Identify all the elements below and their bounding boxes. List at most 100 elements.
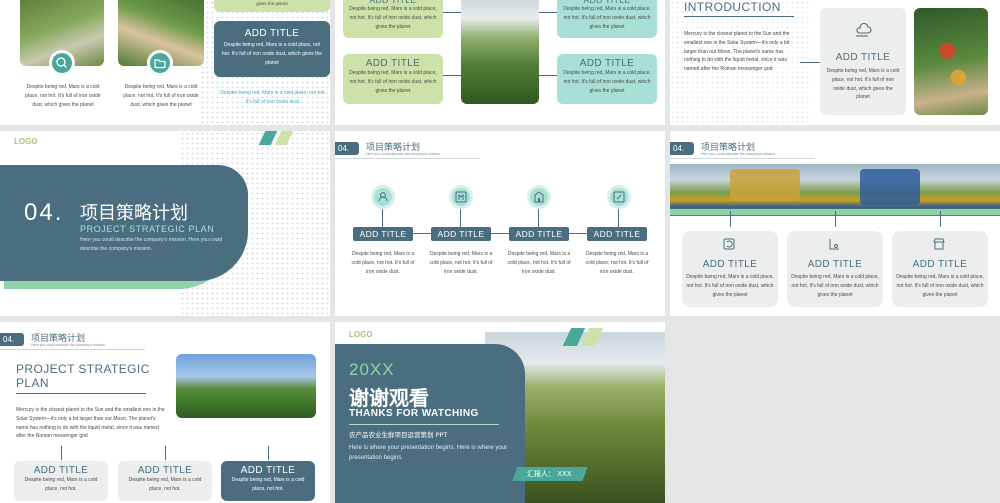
- slide-6[interactable]: 04. 项目策略计划 Here you could describe the c…: [670, 131, 1000, 316]
- folder-icon: [150, 53, 170, 73]
- greenhouse-photo: [461, 0, 539, 104]
- project-text: Mercury is the closest planet to the Sun…: [16, 407, 165, 440]
- timeline-label-2[interactable]: ADD TITLE: [431, 227, 491, 241]
- thanks-title-en: THANKS FOR WATCHING: [349, 408, 479, 419]
- connector-line: [443, 75, 461, 76]
- card-title: ADD TITLE: [244, 28, 300, 39]
- user-target-icon: [371, 185, 395, 209]
- card-text: Despite being red, Mars is a cold place,…: [826, 68, 900, 101]
- timeline-label-4[interactable]: ADD TITLE: [587, 227, 647, 241]
- card-text: Despite being red, Mars is a cold place,…: [231, 477, 305, 492]
- slide-1[interactable]: Despite being red, Mars is a cold place,…: [0, 0, 330, 125]
- timeline-text: Despite being red, Mars is a cold place,…: [429, 251, 493, 275]
- card-green[interactable]: ADD TITLE Despite being red, Mars is a c…: [343, 54, 443, 104]
- ppt-title-cn: 农产品农业生鲜项目运营策划 PPT: [349, 431, 448, 439]
- connector-line: [539, 12, 557, 13]
- connector-line: [165, 446, 166, 460]
- card-text: Despite being red, Mars is a cold place,…: [24, 477, 98, 492]
- card-gray[interactable]: ADD TITLE Despite being red, Mars is a c…: [787, 231, 883, 307]
- card-gray[interactable]: ADD TITLE Despite being red, Mars is a c…: [118, 461, 212, 501]
- connector-line: [382, 209, 383, 227]
- connector-line: [538, 209, 539, 227]
- card-text: Despite being red, Mars is a cold place,…: [686, 274, 774, 298]
- heading-rule: [349, 424, 499, 425]
- tomato-photo: [914, 8, 988, 115]
- card-title: ADD TITLE: [912, 259, 968, 270]
- card-text: Despite being red, Mars is a cold place,…: [349, 6, 437, 30]
- connector-line: [460, 209, 461, 227]
- card-text: Despite being red, Mars is a cold place,…: [791, 274, 879, 298]
- card-title: ADD TITLE: [137, 465, 193, 476]
- harvester-shape: [730, 169, 800, 201]
- store-icon: [932, 237, 946, 251]
- card-mint[interactable]: ADD TITLE Despite being red, Mars is a c…: [557, 54, 657, 104]
- connector-line: [800, 62, 820, 63]
- card-title: ADD TITLE: [33, 465, 89, 476]
- search-icon: [52, 53, 72, 73]
- slide-4[interactable]: LOGO 04. 项目策略计划 PROJECT STRATEGIC PLAN H…: [0, 131, 330, 316]
- card-text: Despite being red, Mars is a cold place,…: [563, 70, 651, 94]
- card-teal[interactable]: ADD TITLE Despite being red, Mars is a c…: [221, 461, 315, 501]
- connector-line: [443, 12, 461, 13]
- timeline-text: Despite being red, Mars is a cold place,…: [507, 251, 571, 275]
- field-workers-photo: [176, 354, 316, 418]
- slide-3[interactable]: INTRODUCTION Mercury is the closest plan…: [670, 0, 1000, 125]
- card-title: ADD TITLE: [835, 52, 891, 63]
- section-tag: 04.: [335, 142, 359, 155]
- card-gray[interactable]: ADD TITLE Despite being red, Mars is a c…: [14, 461, 108, 501]
- project-heading: PROJECT STRATEGIC PLAN: [16, 362, 150, 390]
- label-text: ADD TITLE: [437, 229, 485, 239]
- image-frame-icon: [449, 185, 473, 209]
- slide-subtitle: Here you could describe the company's mi…: [701, 152, 776, 156]
- heading-rule: [16, 393, 146, 394]
- card-teal[interactable]: ADD TITLE Despite being red, Mars is a c…: [214, 21, 330, 77]
- card-text: Despite being red, Mars is a cold place,…: [896, 274, 984, 298]
- section-title-en: PROJECT STRATEGIC PLAN: [80, 224, 215, 234]
- card-title: ADD TITLE: [579, 58, 635, 69]
- card-title: ADD TITLE: [807, 259, 863, 270]
- card-title: ADD TITLE: [365, 58, 421, 69]
- card-gray[interactable]: ADD TITLE Despite being red, Mars is a c…: [820, 8, 906, 115]
- slide-subtitle: Here you could describe the company's mi…: [366, 152, 441, 156]
- year: 20XX: [349, 360, 395, 379]
- card-gray[interactable]: ADD TITLE Despite being red, Mars is a c…: [892, 231, 988, 307]
- connector-line: [730, 211, 731, 227]
- intro-text: Mercury is the closest planet to the Sun…: [684, 31, 790, 72]
- edit-icon: [607, 185, 631, 209]
- presentation-text: Here is where your presentation begins. …: [349, 445, 508, 461]
- card-gray[interactable]: ADD TITLE Despite being red, Mars is a c…: [682, 231, 778, 307]
- timeline-label-3[interactable]: ADD TITLE: [509, 227, 569, 241]
- section-tag: 04.: [0, 333, 24, 346]
- section-number: 04.: [24, 199, 64, 226]
- body-text: Despite being red, Mars is a cold place,…: [220, 90, 326, 105]
- reporter-text: 汇报人： XXX: [527, 470, 572, 478]
- slide-5[interactable]: 04. 项目策略计划 Here you could describe the c…: [335, 131, 665, 316]
- thanks-title-cn: 谢谢观看: [349, 386, 429, 410]
- card-green[interactable]: gives the planet: [214, 0, 330, 12]
- card-text: Despite being red, Mars is a cold place,…: [221, 42, 323, 66]
- connector-line: [618, 209, 619, 227]
- cloud-sun-icon: [854, 22, 872, 38]
- section-tag: 04.: [670, 142, 694, 155]
- tractor-shape: [860, 169, 920, 205]
- card-title: ADD TITLE: [240, 465, 296, 476]
- connector-line: [268, 446, 269, 460]
- card-green[interactable]: ADD TITLE Despite being red, Mars is a c…: [343, 0, 443, 38]
- intro-heading: INTRODUCTION: [684, 0, 781, 14]
- connector-line: [940, 211, 941, 227]
- card-text: Despite being red, Mars is a cold place,…: [128, 477, 202, 492]
- label-text: ADD TITLE: [593, 229, 641, 239]
- header-rule: [335, 158, 480, 159]
- label-text: ADD TITLE: [359, 229, 407, 239]
- timeline-text: Despite being red, Mars is a cold place,…: [351, 251, 415, 275]
- connector-line: [61, 446, 62, 460]
- timeline-text: Despite being red, Mars is a cold place,…: [585, 251, 649, 275]
- card-mint[interactable]: ADD TITLE Despite being red, Mars is a c…: [557, 0, 657, 38]
- slide-7[interactable]: 04. 项目策略计划 Here you could describe the c…: [0, 322, 330, 503]
- card-text: Despite being red, Mars is a cold place,…: [349, 70, 437, 94]
- slide-2[interactable]: ADD TITLE Despite being red, Mars is a c…: [335, 0, 665, 125]
- timeline-label-1[interactable]: ADD TITLE: [353, 227, 413, 241]
- section-title-cn: 项目策略计划: [80, 203, 188, 224]
- heading-rule: [684, 16, 794, 17]
- slide-8[interactable]: LOGO 20XX 谢谢观看 THANKS FOR WATCHING 农产品农业…: [335, 322, 665, 503]
